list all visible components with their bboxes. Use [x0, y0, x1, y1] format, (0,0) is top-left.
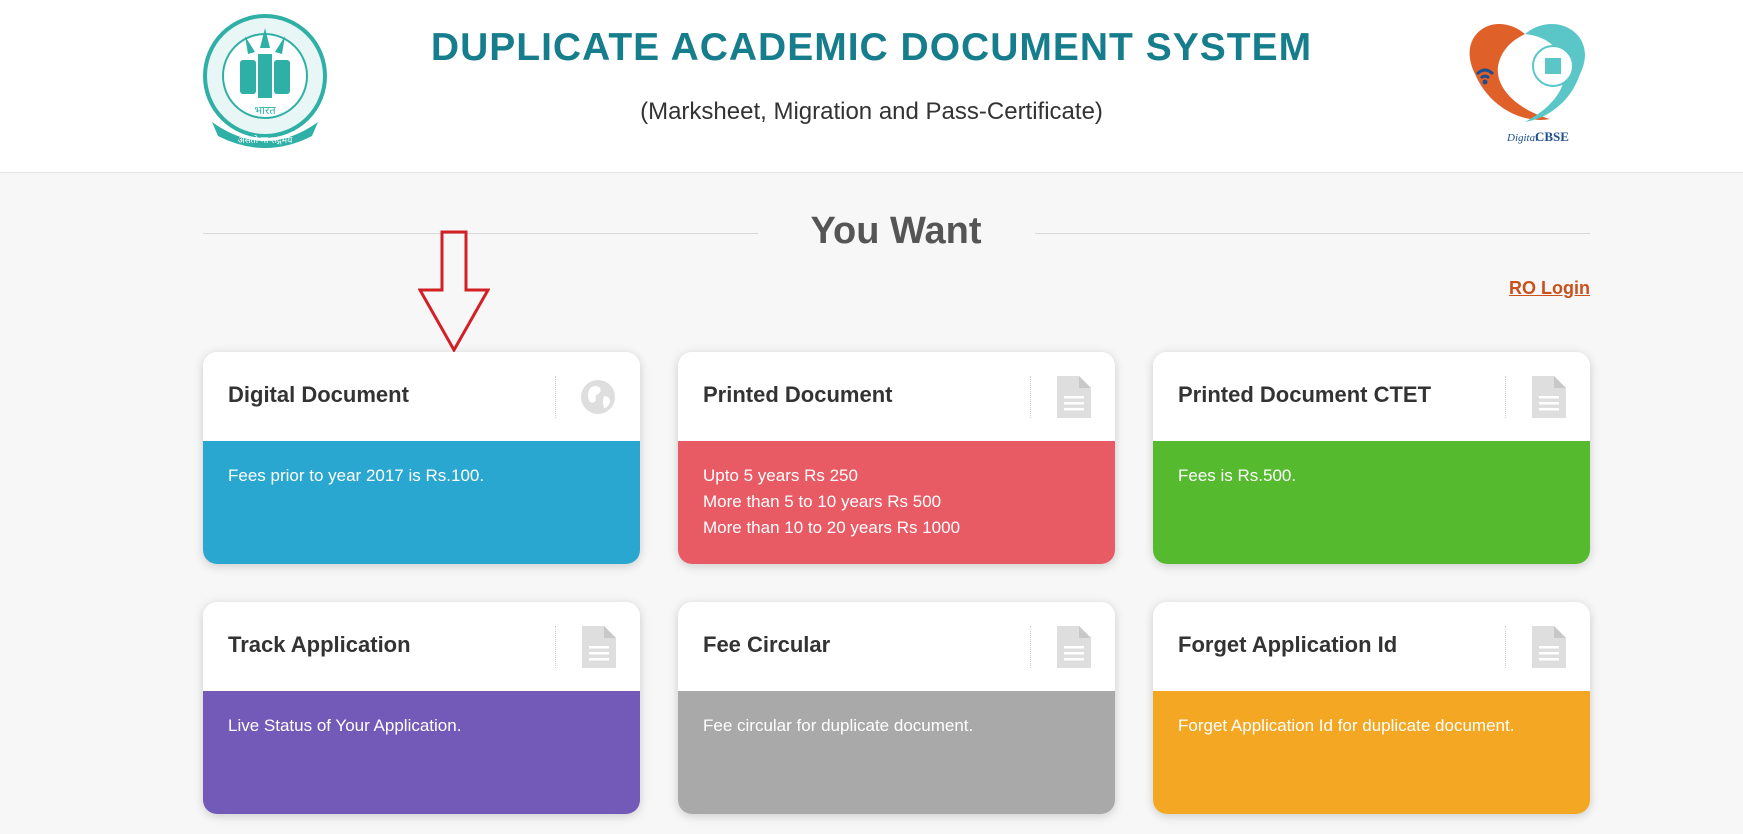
document-icon: [1057, 376, 1091, 418]
card-text-line: Fees is Rs.500.: [1178, 466, 1297, 485]
card-text-line: More than 5 to 10 years Rs 500: [703, 492, 942, 511]
card-title: Digital Document: [228, 382, 409, 407]
card-title: Printed Document CTET: [1178, 382, 1432, 407]
card-text-line: Fee circular for duplicate document.: [703, 716, 974, 735]
globe-icon: [581, 380, 615, 414]
section-divider-right: [1035, 233, 1590, 234]
card-header: Printed Document CTET: [1153, 352, 1590, 441]
card-text-line: Live Status of Your Application.: [228, 716, 462, 735]
card-separator: [1030, 626, 1031, 668]
card-text-line: Fees prior to year 2017 is Rs.100.: [228, 466, 485, 485]
card-printed-document[interactable]: Printed Document Upto 5 years Rs 250 Mor…: [678, 352, 1115, 564]
card-forget-application-id[interactable]: Forget Application Id Forget Application…: [1153, 602, 1590, 814]
card-body: Fee circular for duplicate document.: [678, 691, 1115, 814]
card-separator: [1030, 376, 1031, 418]
card-title: Printed Document: [703, 382, 893, 407]
card-text-line: Upto 5 years Rs 250: [703, 466, 858, 485]
card-header: Forget Application Id: [1153, 602, 1590, 691]
card-title: Track Application: [228, 632, 411, 657]
card-fee-circular[interactable]: Fee Circular Fee circular for duplicate …: [678, 602, 1115, 814]
document-icon: [1532, 376, 1566, 418]
card-separator: [555, 376, 556, 418]
card-title: Forget Application Id: [1178, 632, 1398, 657]
card-track-application[interactable]: Track Application Live Status of Your Ap…: [203, 602, 640, 814]
card-text-line: Forget Application Id for duplicate docu…: [1178, 716, 1515, 735]
document-icon: [1532, 626, 1566, 668]
document-icon: [582, 626, 616, 668]
site-header: भारत असतो मा सद्गमय DUPLICATE ACADEMIC D…: [0, 0, 1743, 173]
svg-text:असतो मा सद्गमय: असतो मा सद्गमय: [238, 134, 293, 145]
down-arrow-annotation: [418, 230, 490, 352]
card-printed-document-ctet[interactable]: Printed Document CTET Fees is Rs.500.: [1153, 352, 1590, 564]
card-body: Live Status of Your Application.: [203, 691, 640, 814]
card-text-line: More than 10 to 20 years Rs 1000: [703, 518, 961, 537]
card-separator: [1505, 626, 1506, 668]
card-body: Fees prior to year 2017 is Rs.100.: [203, 441, 640, 564]
card-header: Fee Circular: [678, 602, 1115, 691]
document-icon: [1057, 626, 1091, 668]
card-header: Digital Document: [203, 352, 640, 441]
card-body: Fees is Rs.500.: [1153, 441, 1590, 564]
card-title: Fee Circular: [703, 632, 831, 657]
card-digital-document[interactable]: Digital Document Fees prior to year 2017…: [203, 352, 640, 564]
card-body: Forget Application Id for duplicate docu…: [1153, 691, 1590, 814]
card-body: Upto 5 years Rs 250 More than 5 to 10 ye…: [678, 441, 1115, 564]
section-title: You Want: [810, 210, 982, 252]
digital-cbse-logo[interactable]: Digital CBSE: [1455, 14, 1595, 149]
card-header: Printed Document: [678, 352, 1115, 441]
card-header: Track Application: [203, 602, 640, 691]
card-separator: [555, 626, 556, 668]
svg-text:Digital: Digital: [1506, 132, 1538, 144]
ro-login-link[interactable]: RO Login: [1509, 278, 1590, 299]
svg-text:CBSE: CBSE: [1535, 129, 1569, 144]
card-separator: [1505, 376, 1506, 418]
